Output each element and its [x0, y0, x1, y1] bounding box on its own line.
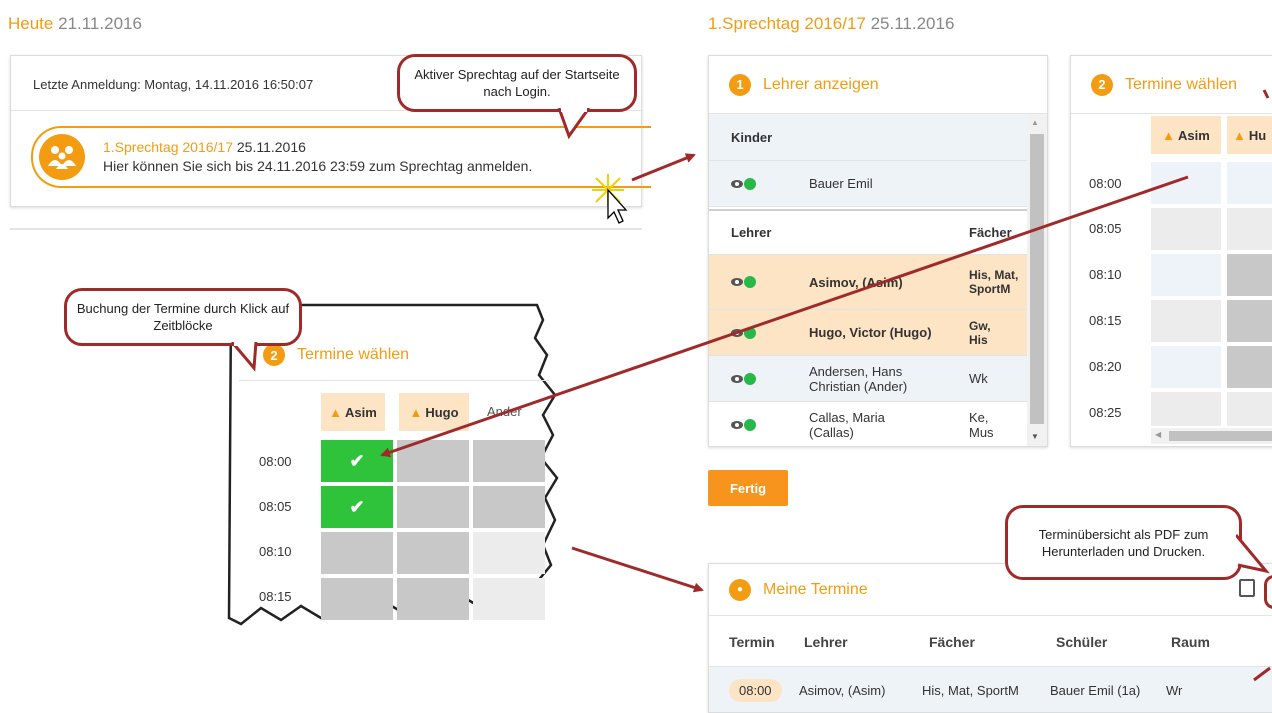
arrows-overlay: [380, 89, 1271, 682]
